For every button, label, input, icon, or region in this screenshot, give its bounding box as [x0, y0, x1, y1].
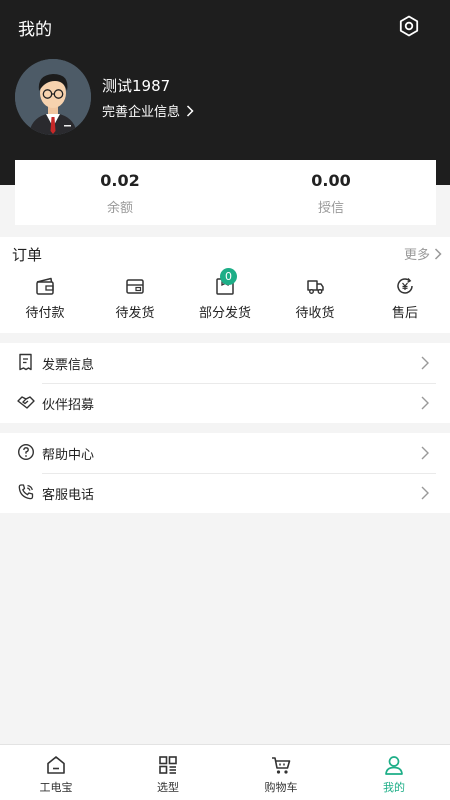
- grid-icon: [159, 756, 177, 774]
- order-pending-shipment[interactable]: 待发货: [90, 275, 180, 321]
- balance-card: 0.02 余额 0.00 授信: [15, 160, 436, 225]
- menu-item-invoice[interactable]: 发票信息: [0, 343, 450, 383]
- orders-title: 订单: [12, 246, 43, 264]
- help-icon: [17, 443, 35, 461]
- chevron-right-icon: [421, 396, 429, 410]
- orders-more-link[interactable]: 更多: [404, 244, 442, 263]
- user-icon: [385, 756, 403, 775]
- tab-label: 我的: [383, 781, 405, 794]
- avatar[interactable]: [15, 59, 91, 135]
- credit-stat[interactable]: 0.00 授信: [226, 160, 436, 225]
- order-label: 待收货: [295, 306, 335, 321]
- truck-icon: [307, 280, 324, 294]
- balance-label: 余额: [106, 201, 133, 216]
- order-pending-receipt[interactable]: 待收货: [270, 275, 360, 321]
- tab-cart[interactable]: 购物车: [225, 745, 337, 800]
- order-partial-shipment[interactable]: 0 部分发货: [180, 268, 270, 321]
- complete-company-info-link[interactable]: 完善企业信息: [102, 101, 194, 120]
- order-label: 部分发货: [198, 306, 251, 321]
- chevron-right-icon: [421, 446, 429, 460]
- menu-item-customer-service[interactable]: 客服电话: [0, 473, 450, 513]
- bottom-tab-bar: 工电宝 选型 购物车 我的: [0, 744, 450, 800]
- wallet-icon: [36, 277, 54, 295]
- order-label: 待发货: [115, 306, 155, 321]
- chevron-right-icon: [186, 104, 194, 117]
- tab-selection[interactable]: 选型: [112, 745, 224, 800]
- company-link-label: 完善企业信息: [102, 105, 181, 120]
- order-pending-payment[interactable]: 待付款: [0, 275, 90, 321]
- pending-ship-icon: [126, 279, 144, 294]
- partial-shipment-badge: 0: [220, 268, 237, 285]
- balance-value: 0.02: [100, 171, 140, 190]
- order-label: 售后: [391, 306, 418, 321]
- username: 测试1987: [102, 77, 171, 95]
- tab-label: 选型: [157, 781, 179, 794]
- order-label: 待付款: [25, 306, 65, 321]
- order-after-sale[interactable]: 售后: [360, 275, 450, 321]
- settings-icon[interactable]: [397, 14, 421, 38]
- tab-label: 工电宝: [39, 781, 73, 794]
- credit-value: 0.00: [311, 171, 351, 190]
- phone-icon: [18, 484, 34, 500]
- invoice-icon: [19, 353, 32, 371]
- credit-label: 授信: [317, 201, 344, 216]
- menu-label: 客服电话: [42, 488, 95, 503]
- cart-icon: [272, 757, 291, 774]
- tab-label: 购物车: [264, 781, 298, 794]
- menu-label: 发票信息: [42, 358, 95, 373]
- page-title: 我的: [18, 20, 52, 40]
- tab-me[interactable]: 我的: [338, 745, 450, 800]
- home-icon: [47, 756, 65, 774]
- chevron-right-icon: [421, 486, 429, 500]
- menu-label: 伙伴招募: [42, 398, 95, 413]
- more-label: 更多: [403, 248, 430, 263]
- chevron-right-icon: [421, 356, 429, 370]
- handshake-icon: [17, 396, 35, 409]
- orders-section: 订单 更多 待付款 待发货 0 部分发货 待收货 售后: [0, 237, 450, 333]
- profile-header: 我的 测试1987 完善企业信息: [0, 0, 450, 185]
- tab-home[interactable]: 工电宝: [0, 745, 112, 800]
- menu-group-support: 帮助中心 客服电话: [0, 433, 450, 513]
- after-sale-icon: [397, 278, 413, 294]
- balance-stat[interactable]: 0.02 余额: [15, 160, 225, 225]
- menu-group-invoice: 发票信息 伙伴招募: [0, 343, 450, 423]
- menu-item-partner-recruit[interactable]: 伙伴招募: [0, 383, 450, 423]
- menu-label: 帮助中心: [42, 448, 95, 463]
- chevron-right-icon: [434, 247, 442, 260]
- menu-item-help-center[interactable]: 帮助中心: [0, 433, 450, 473]
